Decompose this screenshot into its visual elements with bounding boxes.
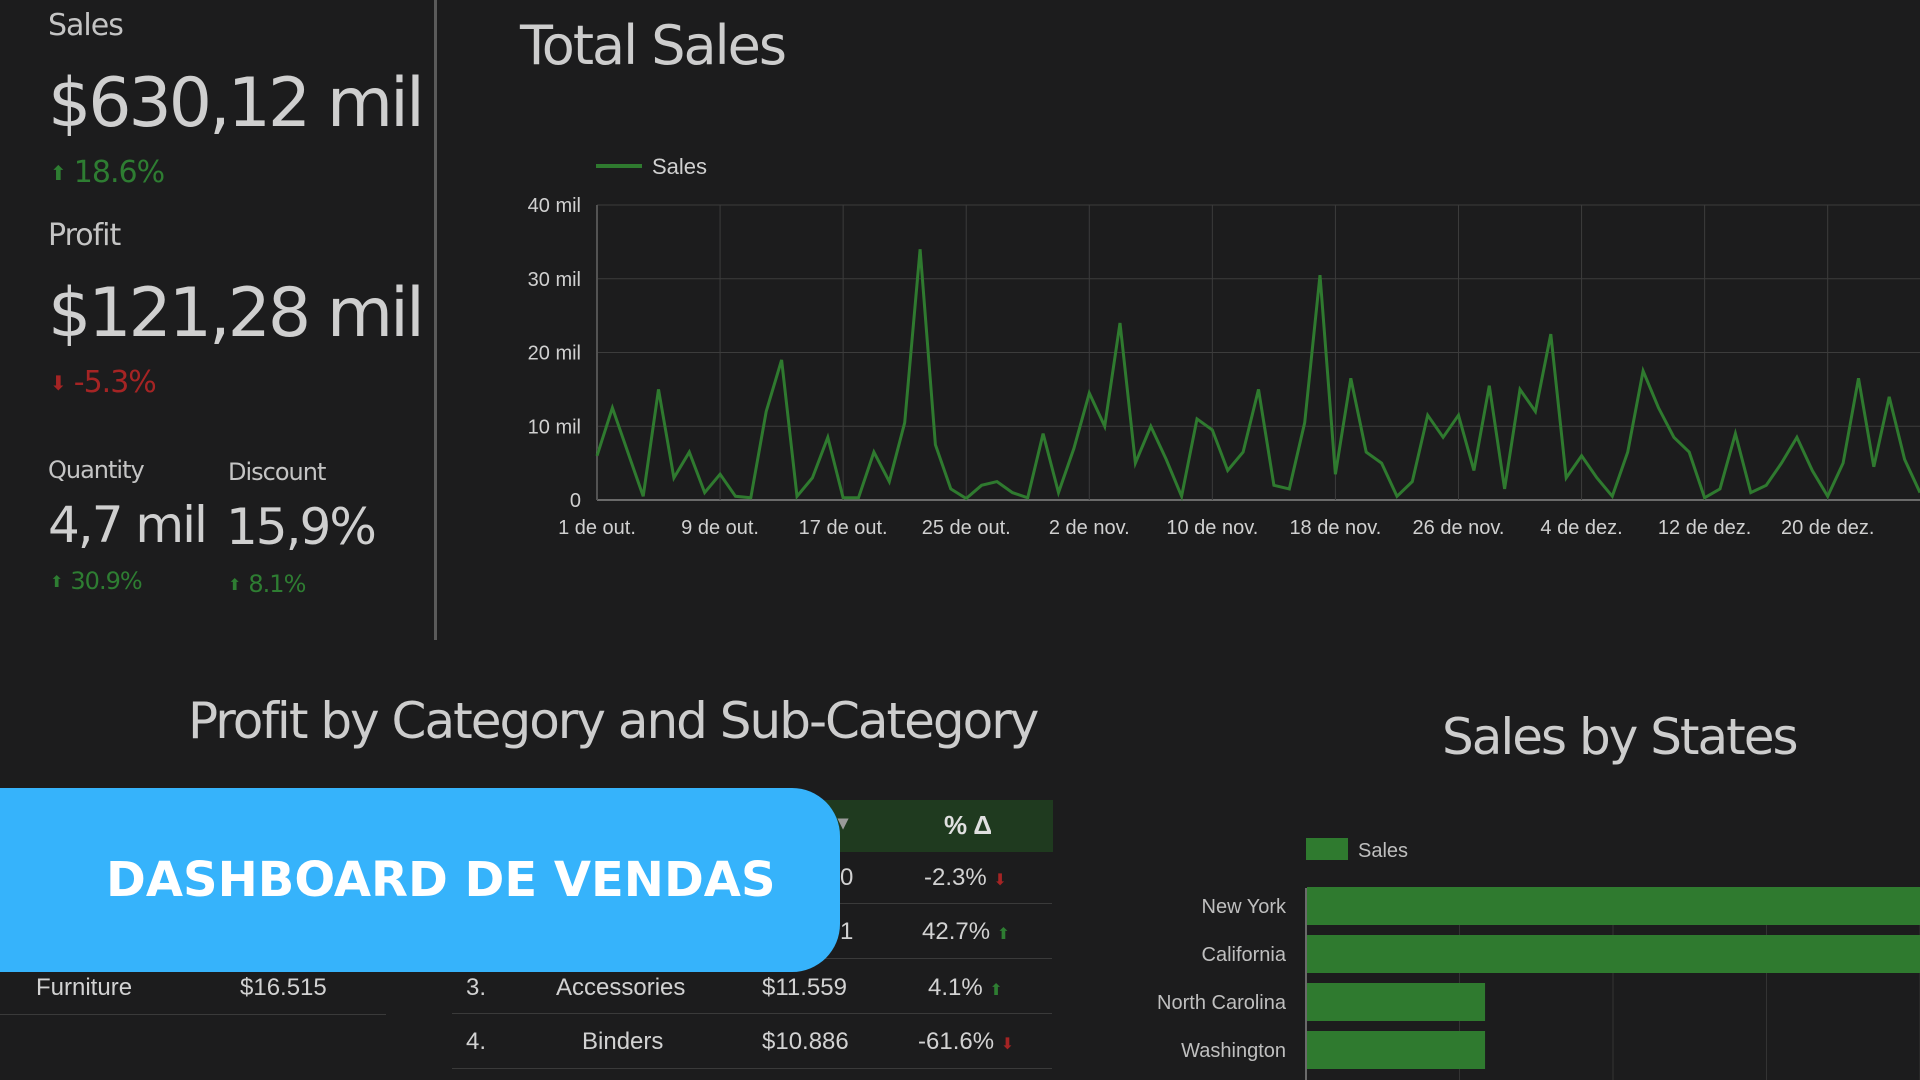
profit-delta-value: -5.3% <box>73 365 157 400</box>
bar-california <box>1307 935 1920 973</box>
profit-delta: ⬇ -5.3% <box>50 365 157 400</box>
quantity-label: Quantity <box>48 456 145 484</box>
pct-value: 4.1% <box>928 974 983 1001</box>
sales-by-states-bar-chart: Sales New York California North Carolina Wa… <box>1157 838 1920 1080</box>
state-label: New York <box>1202 896 1287 918</box>
profit-cell: 1 <box>840 918 854 945</box>
x-tick-label: 2 de nov. <box>1049 517 1130 539</box>
pct-value: -61.6% <box>918 1028 995 1055</box>
kpi-divider <box>434 0 437 640</box>
arrow-up-icon: ⬆ <box>50 160 67 185</box>
arrow-up-icon: ⬆ <box>989 982 1003 999</box>
y-tick-label: 20 mil <box>528 343 581 365</box>
rank-cell: 4. <box>466 1028 487 1055</box>
subcategory-cell: Accessories <box>556 974 686 1001</box>
x-tick-label: 4 de dez. <box>1540 517 1622 539</box>
sales-series-line <box>595 249 1920 502</box>
profit-cell: 0 <box>840 864 854 891</box>
title-banner: DASHBOARD DE VENDAS <box>0 788 840 972</box>
sales-value: $630,12 mil <box>48 64 425 143</box>
sales-label: Sales <box>48 8 124 43</box>
x-tick-label: 18 de nov. <box>1289 517 1381 539</box>
x-tick-label: 17 de out. <box>799 517 888 539</box>
x-tick-label: 9 de out. <box>681 517 759 539</box>
profit-cell: $10.886 <box>762 1028 849 1055</box>
profit-value: $121,28 mil <box>48 274 425 353</box>
discount-delta-value: 8.1% <box>248 570 306 598</box>
bar-north-carolina <box>1307 983 1486 1021</box>
pct-change-header[interactable]: % Δ <box>944 810 992 841</box>
quantity-value: 4,7 mil <box>48 496 208 554</box>
arrow-up-icon: ⬆ <box>996 926 1011 943</box>
table-row-pct: 42.7% ⬆ <box>922 918 1010 946</box>
x-tick-label: 25 de out. <box>922 517 1011 539</box>
y-tick-label: 40 mil <box>528 195 581 217</box>
banner-title: DASHBOARD DE VENDAS <box>106 852 776 908</box>
sales-delta-value: 18.6% <box>73 155 165 190</box>
legend-label: Sales <box>652 154 707 179</box>
y-tick-label: 0 <box>570 490 581 512</box>
state-label: California <box>1202 944 1287 966</box>
pct-value: 42.7% <box>922 918 991 945</box>
total-sales-title: Total Sales <box>520 14 787 77</box>
table-header <box>820 800 1053 852</box>
x-tick-label: 20 de dez. <box>1781 517 1874 539</box>
discount-value: 15,9% <box>226 498 377 556</box>
profit-label: Profit <box>48 218 121 253</box>
state-label: Washington <box>1181 1040 1286 1062</box>
x-tick-label: 26 de nov. <box>1413 517 1505 539</box>
arrow-up-icon: ⬆ <box>50 571 63 591</box>
pct-value: -2.3% <box>924 864 987 891</box>
arrow-up-icon: ⬆ <box>228 574 241 594</box>
arrow-down-icon: ⬇ <box>993 872 1007 889</box>
states-section-title: Sales by States <box>1442 708 1799 766</box>
subcategory-cell: Binders <box>582 1028 664 1055</box>
legend-label: Sales <box>1358 840 1408 862</box>
y-tick-label: 30 mil <box>528 269 581 291</box>
row-divider <box>452 1068 1052 1069</box>
category-section-title: Profit by Category and Sub-Category <box>188 692 1039 750</box>
arrow-down-icon: ⬇ <box>50 370 67 395</box>
discount-delta: ⬆ 8.1% <box>228 570 306 598</box>
discount-label: Discount <box>228 458 326 486</box>
rank-cell: 3. <box>466 974 487 1001</box>
table-row-pct: -61.6% ⬇ <box>918 1028 1014 1056</box>
total-sales-line-chart: Sales 0 10 mil 20 mil 30 mil 40 mil 1 de out… <box>528 154 1920 539</box>
table-row-pct: 4.1% ⬆ <box>928 974 1003 1002</box>
row-divider <box>0 1014 386 1015</box>
category-profit-cell: $16.515 <box>240 974 327 1001</box>
quantity-delta-value: 30.9% <box>70 567 142 595</box>
x-tick-label: 12 de dez. <box>1658 517 1751 539</box>
arrow-down-icon: ⬇ <box>1000 1036 1015 1053</box>
sales-delta: ⬆ 18.6% <box>50 155 165 190</box>
category-cell: Furniture <box>36 974 133 1001</box>
bar-new-york <box>1307 887 1920 925</box>
legend-swatch <box>1306 838 1348 860</box>
profit-cell: $11.559 <box>762 974 847 1001</box>
table-row-pct: -2.3% ⬇ <box>924 864 1007 892</box>
row-divider <box>452 1013 1052 1014</box>
y-tick-label: 10 mil <box>528 416 581 438</box>
state-label: North Carolina <box>1157 992 1287 1014</box>
x-tick-label: 1 de out. <box>558 517 636 539</box>
quantity-delta: ⬆ 30.9% <box>50 567 143 595</box>
x-tick-label: 10 de nov. <box>1166 517 1258 539</box>
bar-washington <box>1307 1031 1486 1069</box>
